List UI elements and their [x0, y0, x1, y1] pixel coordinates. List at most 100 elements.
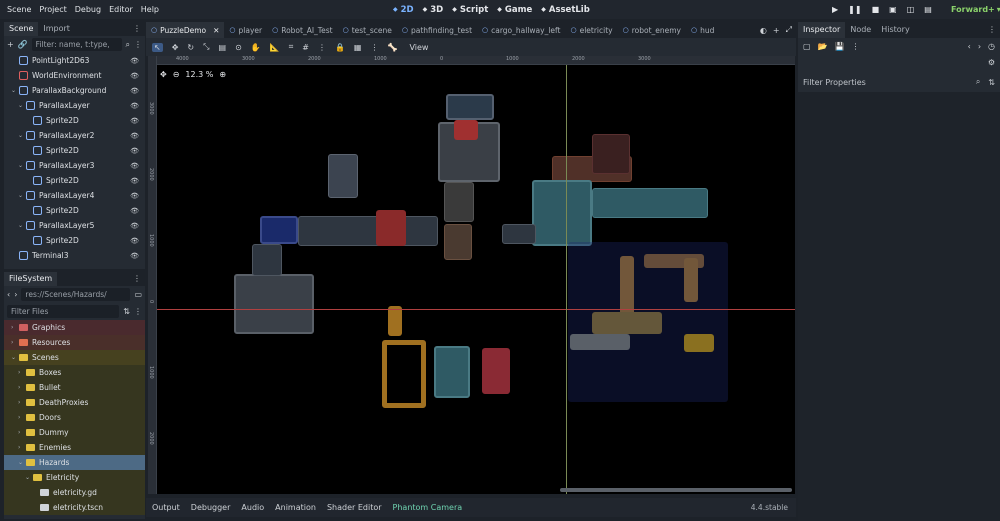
file-item[interactable]: › Boxes: [4, 365, 145, 380]
play-icon[interactable]: ▶: [832, 5, 838, 14]
tab-filesystem[interactable]: FileSystem: [4, 272, 58, 286]
visibility-eye-icon[interactable]: 👁: [130, 222, 139, 230]
file-item[interactable]: › Enemies: [4, 440, 145, 455]
mode-assetlib[interactable]: ◆ AssetLib: [541, 5, 590, 15]
move-tool-icon[interactable]: ✥: [172, 43, 179, 52]
tree-node[interactable]: ⌄ ParallaxLayer 👁: [4, 98, 145, 113]
history-icon[interactable]: ◐: [760, 26, 767, 35]
tree-node[interactable]: ⌄ ParallaxBackground 👁: [4, 83, 145, 98]
tree-node[interactable]: ⌄ ParallaxLayer5 👁: [4, 218, 145, 233]
zoom-in-button[interactable]: ⊕: [219, 70, 226, 79]
scene-tab[interactable]: ○ pathfinding_test: [397, 22, 477, 38]
play-custom-scene-icon[interactable]: ◫: [907, 5, 915, 14]
expand-arrow-icon[interactable]: ›: [18, 444, 26, 451]
bottom-tab[interactable]: Phantom Camera: [393, 503, 463, 512]
expand-arrow-icon[interactable]: ›: [18, 384, 26, 391]
expand-arrow-icon[interactable]: ⌄: [18, 132, 26, 139]
tree-node[interactable]: PointLight2D63 👁: [4, 53, 145, 68]
close-icon[interactable]: ✕: [213, 26, 219, 35]
tree-node[interactable]: Sprite2D 👁: [4, 233, 145, 248]
save-icon[interactable]: 💾: [835, 42, 845, 51]
inspector-menu-icon[interactable]: ⋮: [852, 42, 860, 51]
stop-icon[interactable]: ■: [872, 5, 880, 14]
2d-viewport[interactable]: 4000 3000 2000 1000 0 1000 2000 3000 3000 2000 10…: [148, 56, 795, 494]
tab-inspector[interactable]: Inspector: [798, 22, 846, 38]
tree-node[interactable]: Terminal3 👁: [4, 248, 145, 263]
tree-node[interactable]: Sprite2D 👁: [4, 173, 145, 188]
next-object-icon[interactable]: ›: [978, 42, 981, 51]
bottom-tab[interactable]: Debugger: [191, 503, 231, 512]
pan-tool-icon[interactable]: ✋: [251, 43, 261, 52]
lock-icon[interactable]: 🔒: [335, 43, 345, 52]
visibility-eye-icon[interactable]: 👁: [130, 87, 139, 95]
add-node-icon[interactable]: +: [7, 40, 14, 49]
tree-node[interactable]: ⌄ ParallaxLayer4 👁: [4, 188, 145, 203]
tree-node[interactable]: ⌄ ParallaxLayer2 👁: [4, 128, 145, 143]
tab-history[interactable]: History: [876, 22, 914, 38]
scene-tab[interactable]: ○ robot_enemy: [618, 22, 686, 38]
expand-arrow-icon[interactable]: ⌄: [18, 102, 26, 109]
dock-menu-icon[interactable]: ⋮: [133, 22, 145, 36]
back-icon[interactable]: ‹: [7, 290, 10, 299]
visibility-eye-icon[interactable]: 👁: [130, 192, 139, 200]
group-icon[interactable]: ▦: [354, 43, 362, 52]
mode-3d[interactable]: ◆ 3D: [423, 5, 444, 15]
visibility-eye-icon[interactable]: 👁: [130, 177, 139, 185]
scene-tab[interactable]: ○ test_scene: [338, 22, 397, 38]
file-item[interactable]: › Dummy: [4, 425, 145, 440]
object-settings-icon[interactable]: ⚙: [988, 58, 995, 67]
scene-tab[interactable]: ○ hud: [686, 22, 719, 38]
snap-options-icon[interactable]: ⋮: [318, 43, 326, 52]
add-tab-icon[interactable]: +: [773, 26, 780, 35]
visibility-eye-icon[interactable]: 👁: [130, 252, 139, 260]
bottom-tab[interactable]: Audio: [241, 503, 264, 512]
rotate-tool-icon[interactable]: ↻: [187, 43, 194, 52]
scene-tab[interactable]: ○ PuzzleDemo ✕: [146, 22, 225, 38]
property-menu-icon[interactable]: ⇅: [988, 78, 995, 87]
play-scene-icon[interactable]: ▣: [889, 5, 897, 14]
view-menu-button[interactable]: View: [406, 43, 431, 52]
scene-tab[interactable]: ○ eletricity: [565, 22, 617, 38]
property-filter-input[interactable]: Filter Properties: [803, 78, 866, 87]
bottom-tab[interactable]: Output: [152, 503, 180, 512]
tree-node[interactable]: Sprite2D 👁: [4, 203, 145, 218]
mode-game[interactable]: ◆ Game: [497, 5, 532, 15]
file-item[interactable]: ⌄ Hazards: [4, 455, 145, 470]
expand-arrow-icon[interactable]: ⌄: [25, 474, 33, 481]
horizontal-scrollbar[interactable]: [560, 488, 792, 492]
select-tool-icon[interactable]: ↖: [152, 42, 163, 52]
tree-node[interactable]: WorldEnvironment 👁: [4, 68, 145, 83]
expand-arrow-icon[interactable]: ›: [11, 324, 19, 331]
file-item[interactable]: ⌄ Scenes: [4, 350, 145, 365]
center-view-icon[interactable]: ✥: [160, 70, 167, 79]
tab-scene[interactable]: Scene: [4, 22, 39, 36]
mode-2d[interactable]: ◆ 2D: [393, 5, 414, 15]
expand-arrow-icon[interactable]: ⌄: [18, 162, 26, 169]
pause-icon[interactable]: ❚❚: [848, 5, 861, 14]
pivot-tool-icon[interactable]: ⊙: [235, 43, 242, 52]
files-filter-input[interactable]: Filter Files: [7, 305, 120, 318]
file-item[interactable]: eletricity.tscn: [4, 500, 145, 515]
visibility-eye-icon[interactable]: 👁: [130, 72, 139, 80]
menu-scene[interactable]: Scene: [3, 5, 35, 14]
expand-arrow-icon[interactable]: ›: [18, 369, 26, 376]
tab-node[interactable]: Node: [845, 22, 876, 38]
bottom-tab[interactable]: Animation: [275, 503, 316, 512]
file-item[interactable]: › Graphics: [4, 320, 145, 335]
skeleton-icon[interactable]: ⋮: [370, 43, 378, 52]
visibility-eye-icon[interactable]: 👁: [130, 162, 139, 170]
scale-tool-icon[interactable]: ⤡: [203, 42, 209, 52]
open-folder-icon[interactable]: 📂: [818, 42, 828, 51]
file-item[interactable]: › Resources: [4, 335, 145, 350]
split-view-icon[interactable]: ▭: [134, 290, 142, 299]
tree-node[interactable]: ⌄ ParallaxLayer3 👁: [4, 158, 145, 173]
expand-arrow-icon[interactable]: ›: [11, 339, 19, 346]
expand-arrow-icon[interactable]: ⌄: [11, 87, 19, 94]
visibility-eye-icon[interactable]: 👁: [130, 117, 139, 125]
forward-icon[interactable]: ›: [14, 290, 17, 299]
file-item[interactable]: ⌄ Eletricity: [4, 470, 145, 485]
visibility-eye-icon[interactable]: 👁: [130, 207, 139, 215]
visibility-eye-icon[interactable]: 👁: [130, 57, 139, 65]
visibility-eye-icon[interactable]: 👁: [130, 102, 139, 110]
movie-maker-icon[interactable]: ▤: [924, 5, 932, 14]
